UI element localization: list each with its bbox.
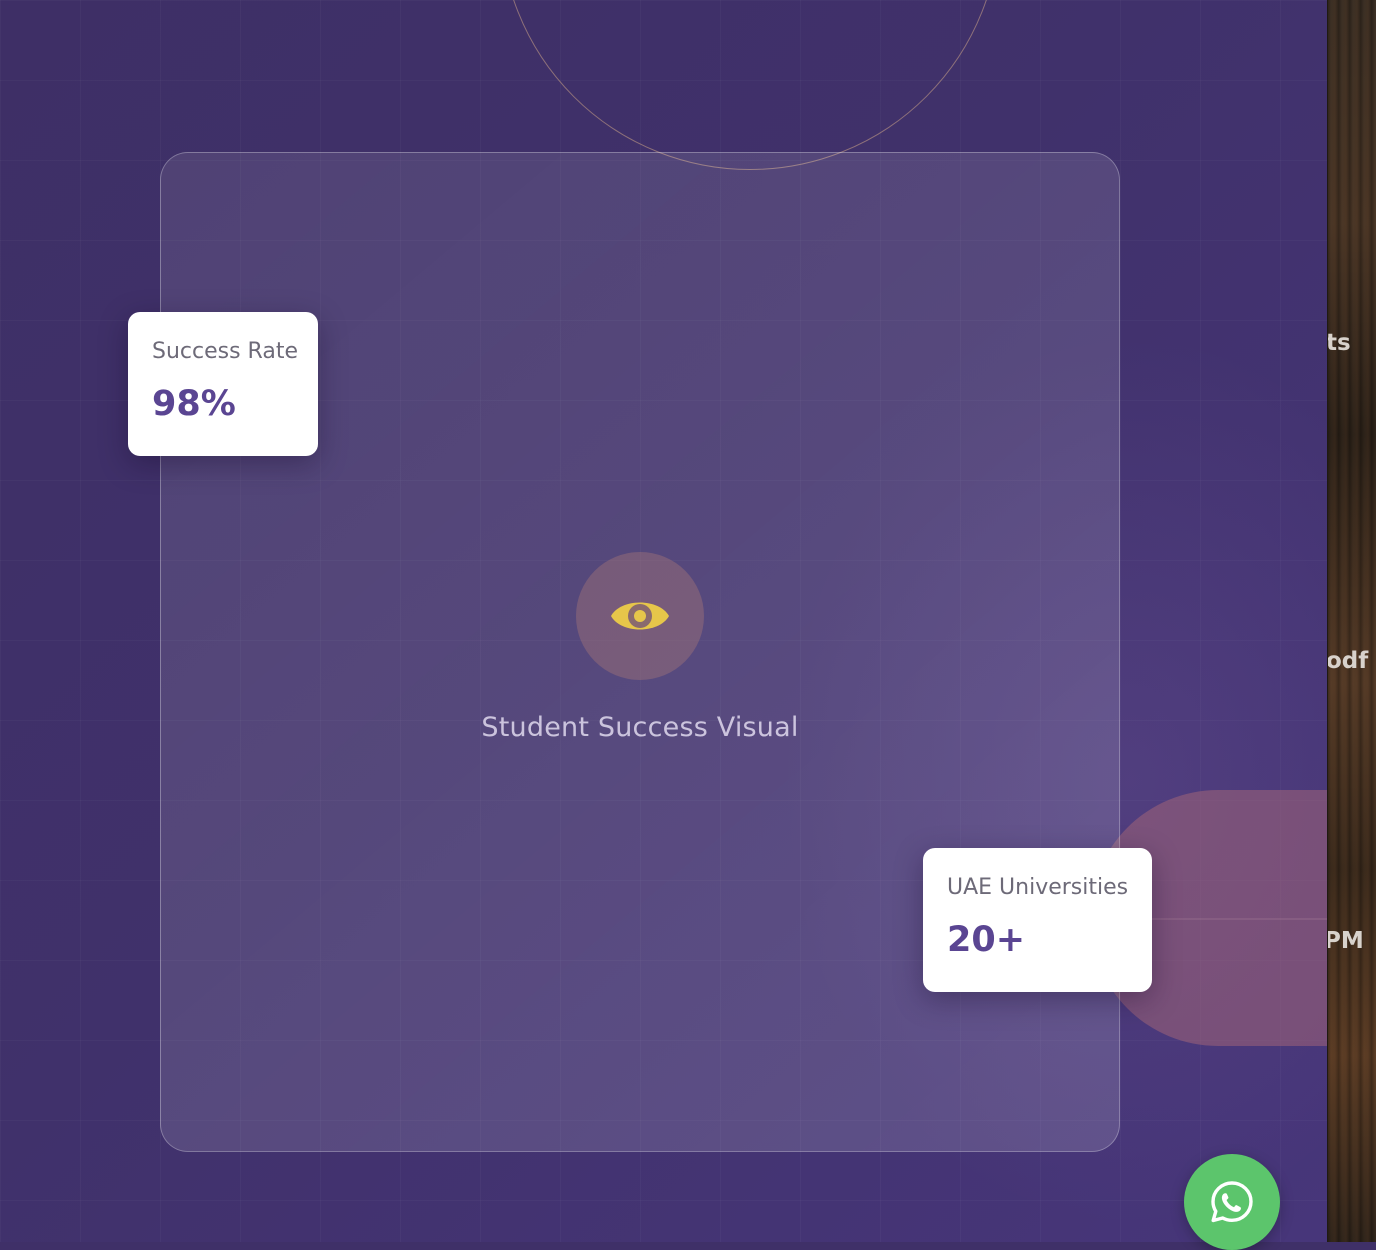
side-text-fragment: PM [1327, 928, 1364, 954]
side-text-fragment: ts [1327, 330, 1351, 356]
decorative-divider [1150, 918, 1327, 920]
visual-caption: Student Success Visual [481, 712, 799, 743]
uae-universities-label: UAE Universities [947, 875, 1129, 900]
side-text-fragment: odf [1327, 648, 1369, 674]
uae-universities-card: UAE Universities 20+ [923, 848, 1152, 992]
decorative-circle [500, 0, 1000, 170]
success-rate-label: Success Rate [152, 339, 298, 364]
eye-icon [611, 602, 669, 630]
success-rate-value: 98% [152, 384, 236, 424]
whatsapp-icon [1211, 1181, 1253, 1223]
hero-background: Student Success Visual Success Rate 98% … [0, 0, 1327, 1242]
whatsapp-button[interactable] [1184, 1154, 1280, 1250]
uae-universities-value: 20+ [947, 920, 1026, 960]
success-rate-card: Success Rate 98% [128, 312, 318, 456]
side-window-panel: ts odf PM [1327, 0, 1376, 1242]
eye-icon-badge [576, 552, 704, 680]
